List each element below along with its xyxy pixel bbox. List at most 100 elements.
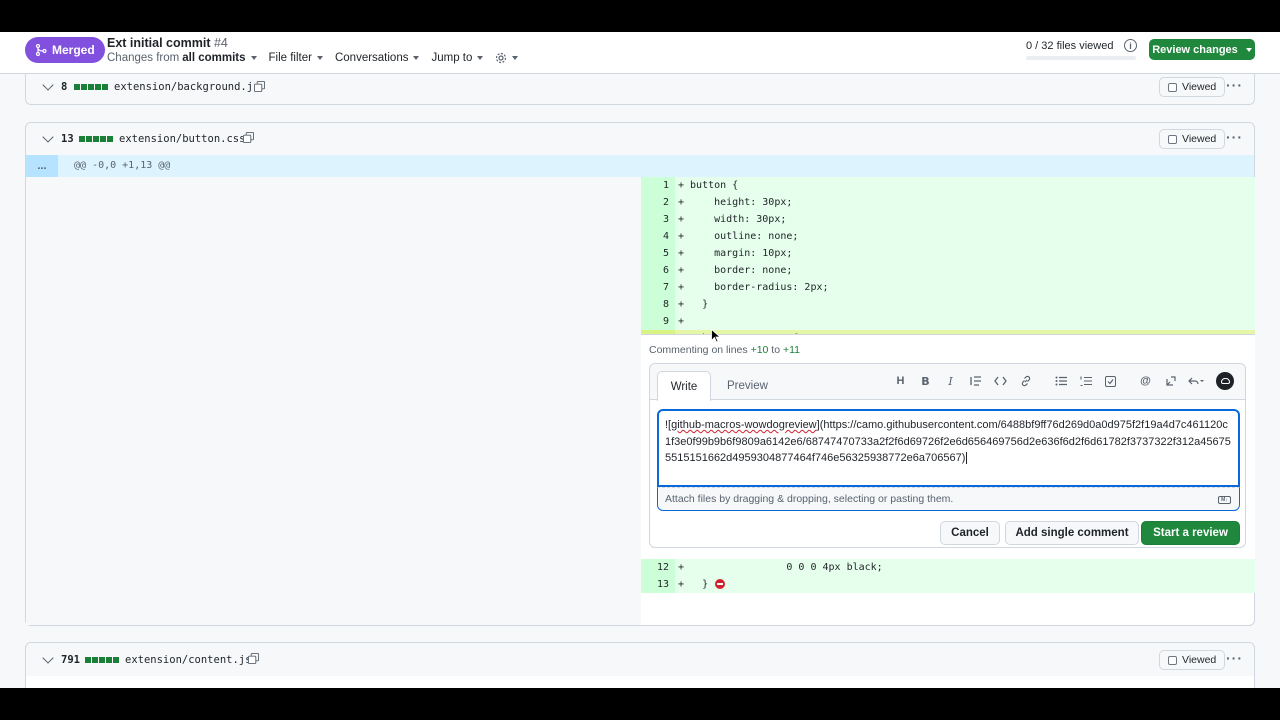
diff-stat-blocks bbox=[85, 657, 119, 663]
diff-line[interactable]: 1 + button { bbox=[641, 177, 1255, 194]
code-text: + 0 0 0 4px black; bbox=[678, 562, 883, 573]
caret-down-icon bbox=[413, 56, 420, 60]
quote-icon[interactable] bbox=[963, 372, 988, 390]
kebab-menu-icon[interactable]: ··· bbox=[1226, 650, 1243, 666]
line-number[interactable]: 7 bbox=[641, 279, 675, 296]
caret-down-icon bbox=[512, 56, 519, 60]
chevron-down-icon[interactable] bbox=[42, 79, 54, 91]
line-number[interactable]: 8 bbox=[641, 296, 675, 313]
add-single-comment-button[interactable]: Add single comment bbox=[1005, 521, 1139, 545]
chevron-down-icon[interactable] bbox=[42, 131, 54, 143]
mouse-cursor-icon bbox=[711, 329, 721, 343]
left-empty-pane-lower bbox=[26, 559, 641, 593]
code-text: + outline: none; bbox=[678, 231, 799, 242]
viewed-checkbox[interactable]: Viewed bbox=[1159, 129, 1226, 149]
review-changes-button[interactable]: Review changes bbox=[1149, 39, 1255, 60]
caret-down-icon bbox=[316, 56, 323, 60]
caret-down-icon bbox=[477, 56, 484, 60]
code-icon[interactable] bbox=[988, 372, 1013, 390]
task-list-icon[interactable] bbox=[1098, 372, 1123, 390]
code-text: + button { bbox=[678, 180, 739, 191]
diff-line[interactable]: 9 + bbox=[641, 313, 1255, 330]
tab-preview[interactable]: Preview bbox=[727, 380, 768, 392]
copy-icon[interactable] bbox=[254, 81, 265, 92]
chevron-down-icon[interactable] bbox=[42, 652, 54, 664]
file-name[interactable]: extension/content.js bbox=[125, 654, 251, 666]
checkbox-icon bbox=[1168, 82, 1177, 92]
code-text: + width: 30px; bbox=[678, 214, 787, 225]
hunk-header: @@ -0,0 +1,13 @@ bbox=[74, 160, 171, 171]
diff-line[interactable]: 4 + outline: none; bbox=[641, 228, 1255, 245]
expand-up-button[interactable]: ... bbox=[26, 155, 58, 177]
diff-line[interactable]: 3 + width: 30px; bbox=[641, 211, 1255, 228]
files-viewed-progress bbox=[1026, 56, 1136, 60]
kebab-menu-icon[interactable]: ··· bbox=[1226, 77, 1243, 93]
code-text: + border-radius: 2px; bbox=[678, 282, 829, 293]
viewed-label: Viewed bbox=[1182, 654, 1217, 666]
file-name[interactable]: extension/button.css bbox=[119, 133, 245, 145]
diff-line[interactable]: 6 + border: none; bbox=[641, 262, 1255, 279]
changes-from-dropdown[interactable]: Changes from all commits bbox=[107, 52, 257, 64]
ordered-list-icon[interactable] bbox=[1073, 372, 1098, 390]
copilot-icon[interactable] bbox=[1216, 372, 1234, 390]
checkbox-icon bbox=[1168, 655, 1177, 665]
cancel-button[interactable]: Cancel bbox=[940, 521, 1000, 545]
comment-textarea[interactable]: ![github-macros-wowdogreview](https://ca… bbox=[657, 409, 1240, 487]
file-name[interactable]: extension/background.js bbox=[114, 81, 259, 93]
italic-icon[interactable]: I bbox=[938, 372, 963, 390]
info-icon[interactable]: i bbox=[1124, 39, 1137, 52]
markdown-toolbar: H B I @ bbox=[888, 372, 1234, 390]
diff-stat-blocks bbox=[74, 84, 108, 90]
viewed-checkbox[interactable]: Viewed bbox=[1159, 77, 1226, 97]
attach-files-text: Attach files by dragging & dropping, sel… bbox=[665, 493, 954, 505]
diff-line[interactable]: 12 + 0 0 0 4px black; bbox=[641, 559, 1255, 576]
line-number[interactable]: 6 bbox=[641, 262, 675, 279]
markdown-icon[interactable]: M↓ bbox=[1218, 496, 1231, 504]
line-number[interactable]: 3 bbox=[641, 211, 675, 228]
copy-icon[interactable] bbox=[243, 132, 254, 143]
viewed-label: Viewed bbox=[1182, 81, 1217, 93]
file-filter-dropdown[interactable]: File filter bbox=[269, 52, 323, 64]
kebab-menu-icon[interactable]: ··· bbox=[1226, 129, 1243, 145]
jump-to-dropdown[interactable]: Jump to bbox=[431, 52, 484, 64]
top-letterbox bbox=[0, 0, 1280, 32]
bold-icon[interactable]: B bbox=[913, 372, 938, 390]
caret-down-icon bbox=[250, 56, 257, 60]
line-number[interactable]: 12 bbox=[641, 559, 675, 576]
diff-stat-blocks bbox=[79, 136, 113, 142]
reference-icon[interactable] bbox=[1158, 372, 1183, 390]
line-number[interactable]: 4 bbox=[641, 228, 675, 245]
diff-line[interactable]: 8 + } bbox=[641, 296, 1255, 313]
start-review-button[interactable]: Start a review bbox=[1141, 521, 1240, 545]
settings-dropdown[interactable] bbox=[495, 52, 519, 64]
diff-line[interactable]: 13 + } bbox=[641, 576, 1255, 593]
commenting-on-lines: Commenting on lines +10 to +11 bbox=[649, 344, 801, 356]
comment-editor: Write Preview H B I @ ![github-macros-wo… bbox=[649, 363, 1246, 548]
link-icon[interactable] bbox=[1013, 372, 1038, 390]
diff-stat-count: 791 bbox=[61, 654, 80, 666]
tab-write[interactable]: Write bbox=[657, 371, 711, 401]
diff-line[interactable]: 7 + border-radius: 2px; bbox=[641, 279, 1255, 296]
copy-icon[interactable] bbox=[248, 653, 259, 664]
mention-icon[interactable]: @ bbox=[1133, 372, 1158, 390]
attach-files-area[interactable]: Attach files by dragging & dropping, sel… bbox=[657, 487, 1240, 511]
code-text: + margin: 10px; bbox=[678, 248, 793, 259]
unordered-list-icon[interactable] bbox=[1048, 372, 1073, 390]
checkbox-icon bbox=[1168, 134, 1177, 144]
line-number[interactable]: 2 bbox=[641, 194, 675, 211]
line-number[interactable]: 13 bbox=[641, 576, 675, 593]
diff-line[interactable]: 5 + margin: 10px; bbox=[641, 245, 1255, 262]
line-number[interactable]: 5 bbox=[641, 245, 675, 262]
viewed-checkbox[interactable]: Viewed bbox=[1159, 650, 1226, 670]
line-number[interactable]: 9 bbox=[641, 313, 675, 330]
diff-line[interactable]: 2 + height: 30px; bbox=[641, 194, 1255, 211]
heading-icon[interactable]: H bbox=[888, 372, 913, 390]
conversations-dropdown[interactable]: Conversations bbox=[335, 52, 420, 64]
code-text: + } bbox=[678, 299, 709, 310]
remove-icon[interactable] bbox=[715, 579, 725, 589]
undo-icon[interactable] bbox=[1183, 372, 1208, 390]
merge-icon bbox=[35, 44, 47, 56]
page-title[interactable]: Ext initial commit #4 bbox=[107, 36, 228, 50]
file-header: 13 extension/button.css Viewed ··· bbox=[26, 123, 1254, 155]
line-number[interactable]: 1 bbox=[641, 177, 675, 194]
